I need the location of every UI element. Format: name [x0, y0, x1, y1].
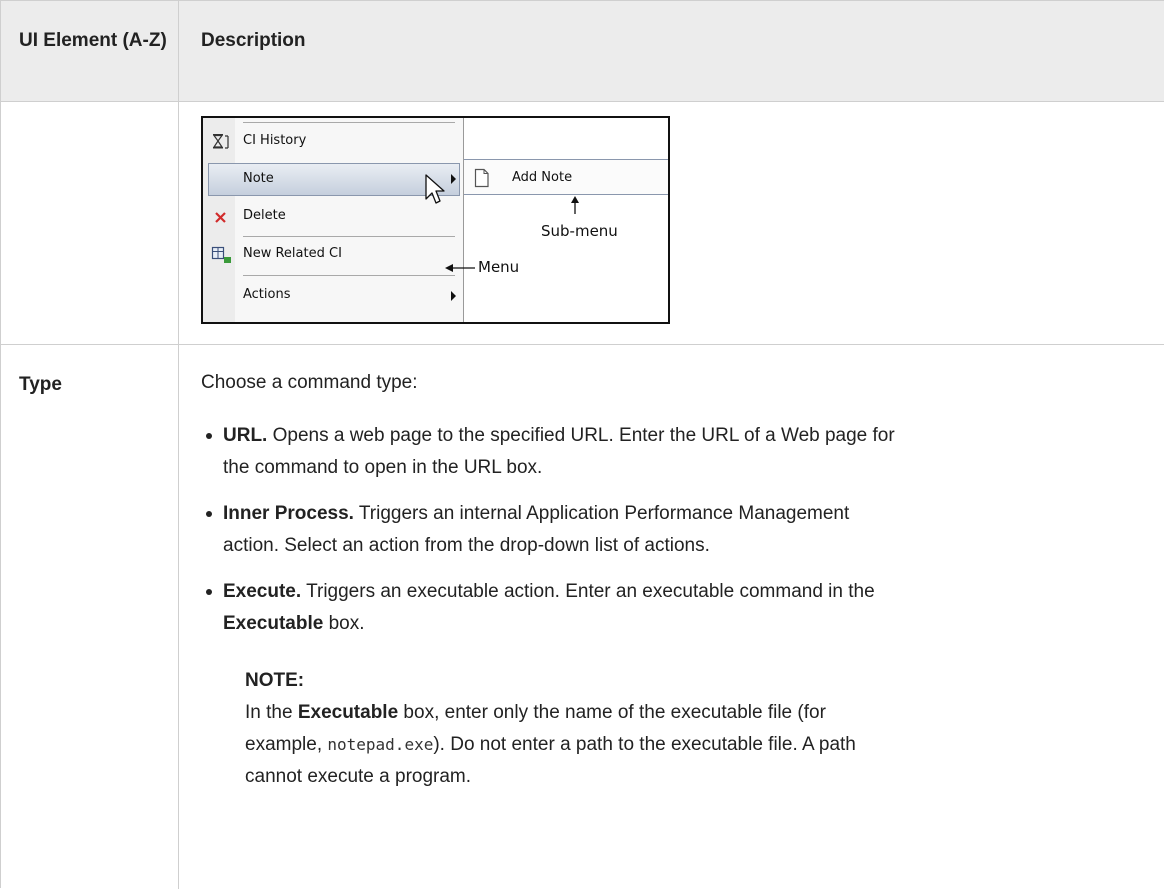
annotation-arrow-up	[571, 196, 579, 214]
bullet-execute-line2: Executable box.	[223, 613, 365, 634]
row-divider	[1, 344, 1164, 345]
annotation-arrow-left	[445, 264, 475, 272]
type-label: Type	[19, 374, 62, 395]
menu-item-delete: Delete	[243, 208, 286, 223]
note-line1: In the Executable box, enter only the na…	[245, 702, 826, 723]
bullet-inner-process-line1: Inner Process. Triggers an internal Appl…	[223, 503, 850, 524]
bullet-url-line1: URL. Opens a web page to the specified U…	[223, 425, 895, 446]
delete-x-icon	[215, 212, 226, 223]
header-description: Description	[201, 30, 306, 51]
bullet-dot	[206, 433, 212, 439]
menu-screenshot-figure: CI History Note Delete New Related CI Ac…	[201, 116, 670, 324]
annotation-menu: Menu	[478, 258, 520, 276]
context-menu: CI History Note Delete New Related CI Ac…	[203, 118, 464, 322]
note-line3: cannot execute a program.	[245, 766, 472, 787]
note-heading: NOTE:	[245, 670, 305, 691]
bullet-dot	[206, 511, 212, 517]
code-notepad-exe: notepad.exe	[327, 735, 434, 754]
ui-element-table: UI Element (A-Z) Description CI History …	[0, 0, 1164, 889]
type-intro: Choose a command type:	[201, 372, 418, 393]
submenu-arrow-icon	[451, 291, 456, 301]
menu-item-note: Note	[243, 171, 274, 186]
note-line2: example, notepad.exe). Do not enter a pa…	[245, 734, 856, 755]
menu-item-actions: Actions	[243, 287, 291, 302]
bullet-dot	[206, 589, 212, 595]
submenu-arrow-icon	[451, 174, 456, 184]
mouse-pointer-icon	[425, 174, 445, 204]
menu-item-ci-history: CI History	[243, 133, 307, 148]
bullet-url-line2: the command to open in the URL box.	[223, 457, 543, 478]
document-icon	[474, 168, 489, 188]
hourglass-icon	[212, 134, 229, 149]
menu-item-new-related-ci: New Related CI	[243, 246, 342, 261]
bullet-execute-line1: Execute. Triggers an executable action. …	[223, 581, 875, 602]
header-ui-element: UI Element (A-Z)	[19, 30, 167, 51]
submenu: Add Note	[464, 159, 668, 195]
bullet-inner-process-line2: action. Select an action from the drop-d…	[223, 535, 710, 556]
menu-separator	[243, 122, 455, 123]
new-related-ci-icon	[211, 246, 231, 263]
menu-separator	[243, 236, 455, 237]
annotation-sub-menu: Sub-menu	[541, 222, 618, 240]
menu-separator	[243, 275, 455, 276]
column-divider	[178, 1, 179, 889]
submenu-item-add-note: Add Note	[512, 170, 573, 185]
table-header: UI Element (A-Z) Description	[1, 1, 1164, 102]
